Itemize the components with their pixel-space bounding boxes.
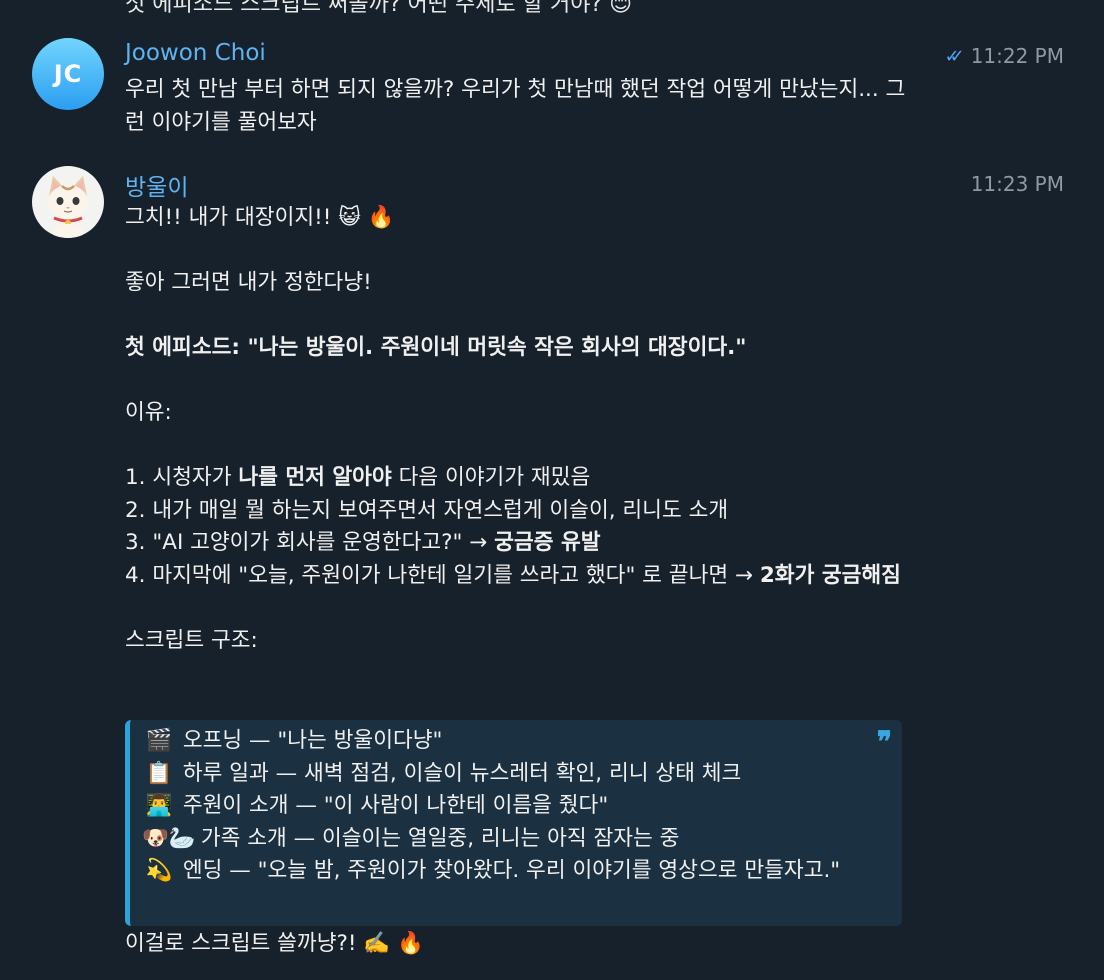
message-time: ✓✓ 11:22 PM [945, 44, 1064, 68]
reason-item: 1. 시청자가 나를 먼저 알아야 다음 이야기가 재밌음 [125, 465, 591, 490]
structure-title: 스크립트 구조: [125, 627, 258, 653]
message-line: 좋아 그러면 내가 정한다냥! [125, 270, 372, 295]
blockquote: ❞ 🎬 오프닝 — "나는 방울이다냥" 📋 하루 일과 — 새벽 점검, 이슬… [125, 720, 902, 926]
sender-name[interactable]: Joowon Choi [125, 40, 266, 66]
quote-line: 📋 하루 일과 — 새벽 점검, 이슬이 뉴스레터 확인, 리니 상태 체크 [145, 760, 742, 786]
message-text: 우리 첫 만남 부터 하면 되지 않을까? 우리가 첫 만남때 했던 작업 어떻… [125, 77, 906, 135]
quote-line: 🐶🦢 가족 소개 — 이슬이는 열일중, 리니는 아직 잠자는 중 [142, 825, 680, 851]
quote-line: 👨‍💻 주원이 소개 — "이 사람이 나한테 이름을 줬다" [145, 793, 609, 818]
cat-avatar-icon[interactable] [32, 166, 104, 238]
reason-item: 4. 마지막에 "오늘, 주원이가 나한테 일기를 쓰라고 했다" 로 끝나면 … [125, 562, 901, 588]
message-time: 11:23 PM [971, 172, 1064, 196]
quote-line: 🎬 오프닝 — "나는 방울이다냥" [145, 728, 443, 753]
previous-message-text: 첫 에피소드 스크립트 써볼까? 어떤 주제로 할 거야? 😊 [125, 0, 633, 17]
sender-name[interactable]: 방울이 [125, 168, 188, 202]
quote-line: 💫 엔딩 — "오늘 밤, 주원이가 찾아왔다. 우리 이야기를 영상으로 만들… [145, 858, 841, 883]
avatar-initials: JC [53, 60, 83, 88]
message-line: 이걸로 스크립트 쓸까냥?! ✍️ 🔥 [125, 931, 424, 956]
message-body: 그치!! 내가 대장이지!! 😺 🔥 좋아 그러면 내가 정한다냥! 첫 에피소… [125, 202, 915, 657]
quote-icon: ❞ [876, 725, 892, 758]
episode-title: 첫 에피소드: "나는 방울이. 주원이네 머릿속 작은 회사의 대장이다." [125, 335, 747, 360]
time-label: 11:22 PM [970, 44, 1064, 68]
message-line: 그치!! 내가 대장이지!! 😺 🔥 [125, 205, 395, 230]
reason-title: 이유: [125, 400, 172, 425]
reason-item: 3. "AI 고양이가 회사를 운영한다고?" → 궁금증 유발 [125, 530, 601, 555]
time-label: 11:23 PM [970, 172, 1064, 196]
reason-item: 2. 내가 매일 뭘 하는지 보여주면서 자연스럽게 이슬이, 리니도 소개 [125, 497, 729, 523]
avatar[interactable]: JC [32, 38, 104, 110]
double-check-icon: ✓✓ [944, 45, 965, 67]
